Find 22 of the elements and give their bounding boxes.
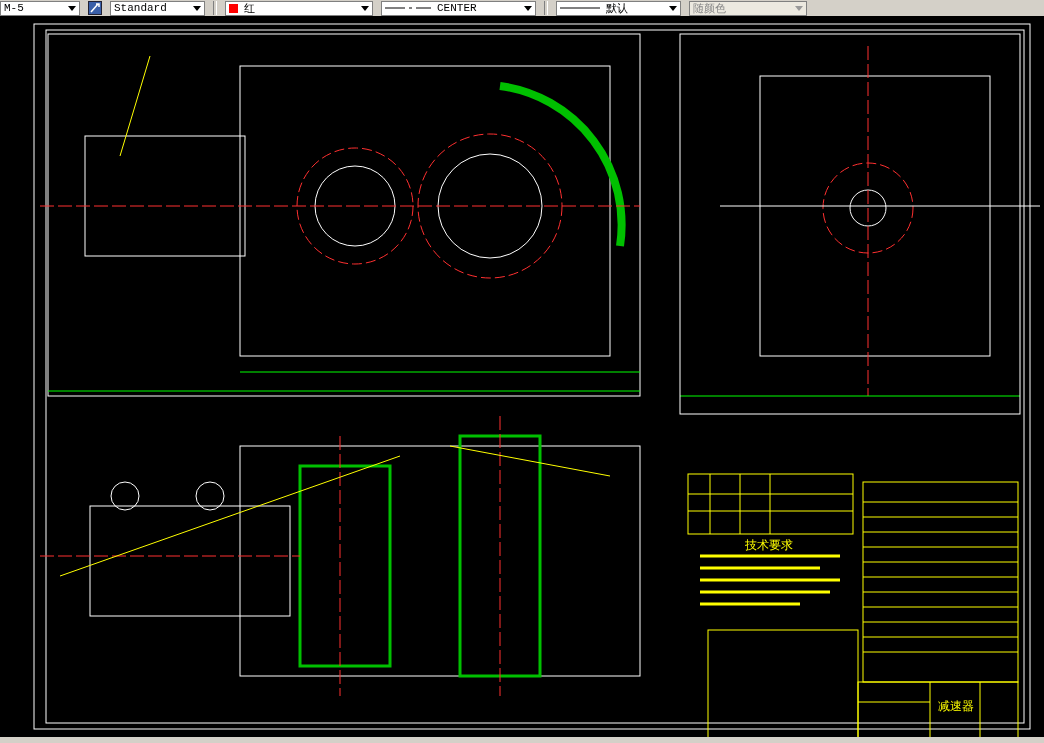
dropdown-value: M-5 — [4, 2, 24, 14]
dropdown[interactable]: Standard — [110, 0, 205, 16]
dropdown[interactable]: M-5 — [0, 0, 80, 16]
caret-icon — [193, 5, 201, 11]
requirements-heading: 技术要求 — [745, 538, 793, 552]
caret-icon — [524, 5, 532, 11]
dropdown[interactable]: 红 — [225, 0, 373, 16]
title-block-name: 减速器 — [938, 699, 974, 713]
caret-icon — [795, 5, 803, 11]
dropdown-value: Standard — [114, 2, 167, 14]
dropdown[interactable]: 默认 — [556, 0, 681, 16]
dropdown-value: 随颜色 — [693, 1, 726, 16]
dropdown-value: CENTER — [437, 2, 477, 14]
caret-icon — [669, 5, 677, 11]
dropdown-value: 默认 — [606, 1, 628, 16]
dropdown[interactable]: CENTER — [381, 0, 536, 16]
text-style-icon[interactable] — [88, 1, 102, 15]
line-icon — [560, 5, 600, 11]
caret-icon — [361, 5, 369, 11]
dash-line-icon — [385, 5, 431, 11]
caret-icon — [68, 5, 76, 11]
dropdown-value: 红 — [244, 1, 255, 16]
